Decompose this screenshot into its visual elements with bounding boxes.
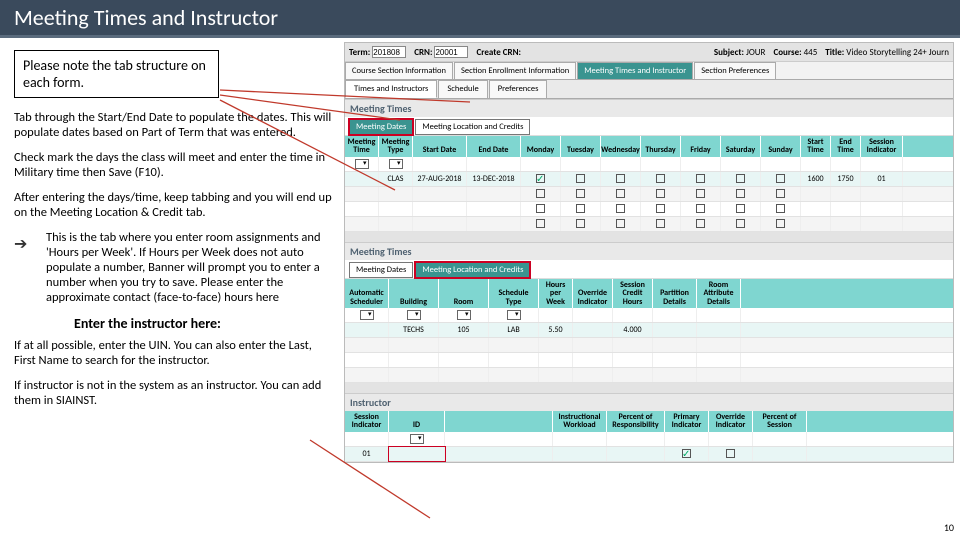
tab-structure-note: Please note the tab structure on each fo…	[14, 50, 219, 98]
tab-times-instructors[interactable]: Times and Instructors	[345, 80, 437, 98]
term-input[interactable]	[372, 46, 406, 58]
inner-tab-meeting-location-2[interactable]: Meeting Location and Credits	[415, 262, 530, 278]
friday-checkbox[interactable]	[696, 174, 705, 183]
building-dropdown[interactable]	[407, 310, 421, 320]
meeting-times-section-1: Meeting Times Meeting Dates Meeting Loca…	[345, 99, 953, 232]
tab-section-enrollment[interactable]: Section Enrollment Information	[454, 62, 576, 79]
banner-screenshot: Term: CRN: Create CRN: Subject:JOUR Cour…	[344, 42, 954, 463]
auto-sched-dropdown[interactable]	[360, 310, 374, 320]
secondary-tabs: Times and Instructors Schedule Preferenc…	[345, 80, 953, 99]
tab-section-preferences[interactable]: Section Preferences	[694, 62, 776, 79]
paragraph-5: If instructor is not in the system as an…	[14, 378, 334, 408]
override-indicator-checkbox[interactable]	[726, 449, 735, 458]
instructor-id-cell[interactable]	[389, 447, 445, 461]
paragraph-2: Check mark the days the class will meet …	[14, 150, 334, 180]
tab-meeting-times-instructor[interactable]: Meeting Times and Instructor	[577, 62, 693, 79]
meeting-dates-grid: Meeting Time Meeting Type Start Date End…	[345, 136, 953, 232]
arrow-right-icon: ➔	[14, 230, 46, 254]
tab-course-section[interactable]: Course Section Information	[345, 62, 453, 79]
sunday-checkbox[interactable]	[776, 174, 785, 183]
tab-preferences[interactable]: Preferences	[489, 80, 548, 98]
instructor-section: Instructor Session Indicator ID Instruct…	[345, 393, 953, 462]
saturday-checkbox[interactable]	[736, 174, 745, 183]
bullet-item: ➔ This is the tab where you enter room a…	[14, 230, 334, 305]
instructor-id-dropdown[interactable]	[410, 434, 424, 444]
instructor-grid: Session Indicator ID Instructional Workl…	[345, 411, 953, 462]
paragraph-1: Tab through the Start/End Date to popula…	[14, 110, 334, 140]
schedule-type-dropdown[interactable]	[507, 310, 521, 320]
tab-schedule[interactable]: Schedule	[438, 80, 487, 98]
meeting-times-section-2: Meeting Times Meeting Dates Meeting Loca…	[345, 242, 953, 383]
meeting-time-dropdown[interactable]	[355, 159, 369, 169]
inner-tab-meeting-dates[interactable]: Meeting Dates	[349, 119, 413, 135]
slide-title: Meeting Times and Instructor	[14, 4, 278, 31]
meeting-location-grid: Automatic Scheduler Building Room Schedu…	[345, 279, 953, 383]
primary-tabs: Course Section Information Section Enrol…	[345, 62, 953, 80]
instructor-name-cell[interactable]	[445, 447, 553, 461]
crn-input[interactable]	[434, 46, 468, 58]
inner-tab-meeting-dates-2[interactable]: Meeting Dates	[349, 262, 413, 278]
paragraph-4: If at all possible, enter the UIN. You c…	[14, 338, 334, 368]
header-fields: Term: CRN: Create CRN: Subject:JOUR Cour…	[345, 43, 953, 62]
wednesday-checkbox[interactable]	[616, 174, 625, 183]
inner-tab-meeting-location-1[interactable]: Meeting Location and Credits	[415, 119, 530, 135]
slide-title-bar: Meeting Times and Instructor	[0, 0, 960, 38]
monday-checkbox[interactable]	[536, 174, 545, 183]
tuesday-checkbox[interactable]	[576, 174, 585, 183]
meeting-type-dropdown[interactable]	[389, 159, 403, 169]
page-number: 10	[944, 521, 954, 534]
annotation-column: Please note the tab structure on each fo…	[14, 50, 334, 418]
thursday-checkbox[interactable]	[656, 174, 665, 183]
primary-indicator-checkbox[interactable]	[682, 449, 691, 458]
paragraph-3: After entering the days/time, keep tabbi…	[14, 190, 334, 220]
enter-instructor-label: Enter the instructor here:	[74, 315, 334, 332]
room-dropdown[interactable]	[457, 310, 471, 320]
